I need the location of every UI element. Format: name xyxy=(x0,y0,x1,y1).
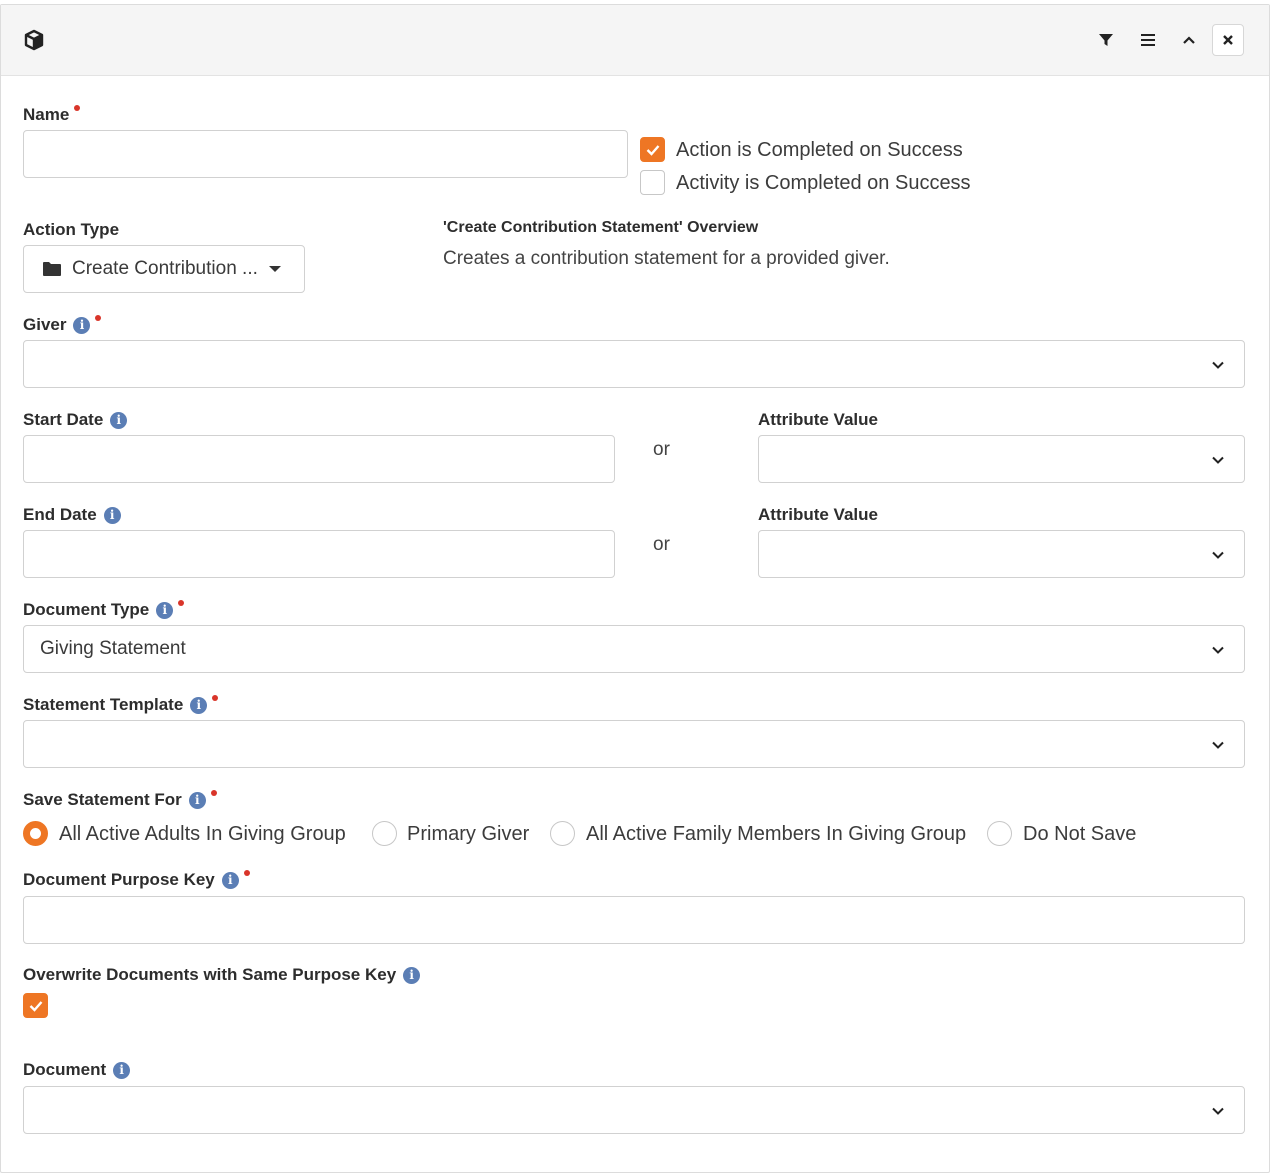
info-icon[interactable]: i xyxy=(188,791,206,809)
hamburger-menu-icon[interactable] xyxy=(1132,24,1164,56)
end-attribute-label: Attribute Value xyxy=(758,503,878,527)
statement-template-select[interactable] xyxy=(23,720,1245,768)
info-icon[interactable]: i xyxy=(110,411,128,429)
action-type-value: Create Contribution ... xyxy=(72,258,258,279)
info-icon[interactable]: i xyxy=(73,316,91,334)
radio-all-active-adults[interactable] xyxy=(23,821,48,846)
document-purpose-key-input[interactable] xyxy=(23,896,1245,944)
panel-header xyxy=(1,5,1269,76)
info-icon[interactable]: i xyxy=(113,1061,131,1079)
document-label-text: Document xyxy=(23,1060,107,1079)
document-label: Document i xyxy=(23,1058,131,1082)
document-type-select[interactable]: Giving Statement xyxy=(23,625,1245,673)
activity-completed-label[interactable]: Activity is Completed on Success xyxy=(676,172,971,195)
info-icon[interactable]: i xyxy=(103,506,121,524)
end-date-input[interactable] xyxy=(23,530,615,578)
name-label: Name xyxy=(23,103,81,127)
info-icon[interactable]: i xyxy=(221,871,239,889)
overwrite-label-text: Overwrite Documents with Same Purpose Ke… xyxy=(23,965,397,984)
required-indicator xyxy=(243,870,250,876)
action-type-label-text: Action Type xyxy=(23,220,120,239)
action-completed-label[interactable]: Action is Completed on Success xyxy=(676,139,963,162)
radio-label-primary-giver[interactable]: Primary Giver xyxy=(407,823,529,846)
radio-do-not-save[interactable] xyxy=(987,821,1012,846)
statement-template-label-text: Statement Template xyxy=(23,695,184,714)
chevron-down-icon xyxy=(1212,456,1224,464)
start-attribute-label-text: Attribute Value xyxy=(758,410,878,429)
filter-icon[interactable] xyxy=(1090,24,1122,56)
start-attribute-label: Attribute Value xyxy=(758,408,878,432)
radio-label-do-not-save[interactable]: Do Not Save xyxy=(1023,823,1136,846)
action-type-picker[interactable]: Create Contribution ... xyxy=(23,245,305,293)
chevron-down-icon xyxy=(1212,361,1224,369)
caret-down-icon xyxy=(268,264,282,274)
or-text: or xyxy=(653,534,670,555)
document-purpose-key-label-text: Document Purpose Key xyxy=(23,870,215,889)
workflow-action-panel: Name Action is Completed on Success Acti… xyxy=(0,4,1270,1173)
radio-primary-giver[interactable] xyxy=(372,821,397,846)
radio-label-all-active-adults[interactable]: All Active Adults In Giving Group xyxy=(59,823,346,846)
chevron-down-icon xyxy=(1212,1107,1224,1115)
save-statement-for-label-text: Save Statement For xyxy=(23,790,182,809)
document-purpose-key-label: Document Purpose Key i xyxy=(23,868,250,892)
document-select[interactable] xyxy=(23,1086,1245,1134)
chevron-down-icon xyxy=(1212,646,1224,654)
document-type-value: Giving Statement xyxy=(40,638,186,659)
info-icon[interactable]: i xyxy=(403,966,421,984)
end-date-label: End Date i xyxy=(23,503,121,527)
cube-icon xyxy=(23,29,45,51)
required-indicator xyxy=(74,105,81,111)
info-icon[interactable]: i xyxy=(190,696,208,714)
folder-icon xyxy=(42,261,62,277)
start-date-label: Start Date i xyxy=(23,408,128,432)
overwrite-label: Overwrite Documents with Same Purpose Ke… xyxy=(23,963,421,987)
giver-label: Giver i xyxy=(23,313,102,337)
giver-select[interactable] xyxy=(23,340,1245,388)
giver-label-text: Giver xyxy=(23,315,67,334)
overview-description: Creates a contribution statement for a p… xyxy=(443,248,890,269)
activity-completed-checkbox[interactable] xyxy=(640,170,665,195)
start-attribute-select[interactable] xyxy=(758,435,1245,483)
chevron-up-icon[interactable] xyxy=(1173,24,1205,56)
required-indicator xyxy=(178,600,185,606)
required-indicator xyxy=(95,315,102,321)
info-icon[interactable]: i xyxy=(156,601,174,619)
overview-title: 'Create Contribution Statement' Overview xyxy=(443,219,759,236)
document-type-label: Document Type i xyxy=(23,598,185,622)
overwrite-checkbox[interactable] xyxy=(23,993,48,1018)
radio-all-family-members[interactable] xyxy=(550,821,575,846)
radio-label-all-family-members[interactable]: All Active Family Members In Giving Grou… xyxy=(586,823,966,846)
end-attribute-select[interactable] xyxy=(758,530,1245,578)
action-type-label: Action Type xyxy=(23,218,119,242)
statement-template-label: Statement Template i xyxy=(23,693,219,717)
close-icon[interactable] xyxy=(1212,24,1244,56)
start-date-label-text: Start Date xyxy=(23,410,104,429)
end-date-label-text: End Date xyxy=(23,505,97,524)
action-completed-checkbox[interactable] xyxy=(640,137,665,162)
save-statement-for-label: Save Statement For i xyxy=(23,788,217,812)
end-attribute-label-text: Attribute Value xyxy=(758,505,878,524)
name-label-text: Name xyxy=(23,105,70,124)
name-input[interactable] xyxy=(23,130,628,178)
start-date-input[interactable] xyxy=(23,435,615,483)
chevron-down-icon xyxy=(1212,741,1224,749)
required-indicator xyxy=(210,790,217,796)
or-text: or xyxy=(653,439,670,460)
chevron-down-icon xyxy=(1212,551,1224,559)
document-type-label-text: Document Type xyxy=(23,600,150,619)
required-indicator xyxy=(212,695,219,701)
